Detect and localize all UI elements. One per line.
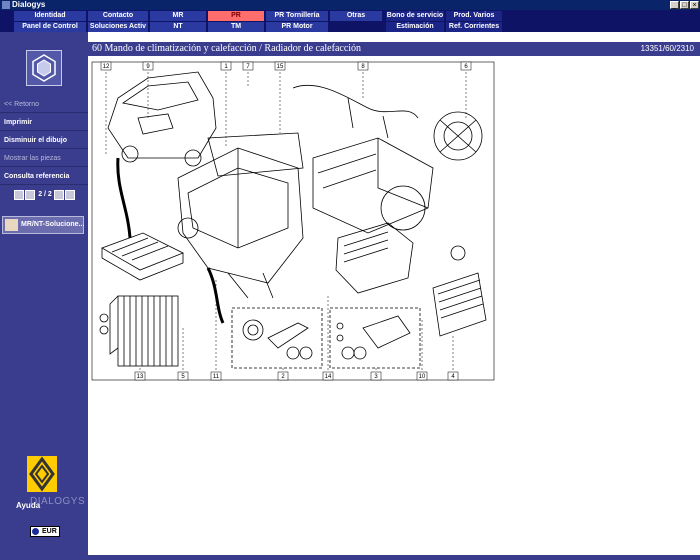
content-area: 60 Mando de climatización y calefacción … (88, 32, 700, 560)
heater-core-block (335, 222, 414, 294)
nav-pr-tornilleria[interactable]: PR Tornillería (266, 11, 328, 21)
renault-logo-icon (27, 456, 57, 492)
nav-identidad[interactable]: Identidad (14, 11, 86, 21)
bottom-bar (88, 555, 700, 560)
nav-nt[interactable]: NT (150, 22, 206, 32)
nav-pr[interactable]: PR (208, 11, 264, 21)
lookup-reference-link[interactable]: Consulta referencia (0, 168, 88, 185)
next-page-button[interactable] (54, 190, 64, 200)
callout-14[interactable]: 14 (325, 374, 332, 380)
window-title: Dialogys (12, 0, 46, 9)
callout-12[interactable]: 12 (103, 64, 110, 70)
wiring-harness (292, 84, 419, 119)
nav-prod-varios[interactable]: Prod. Varios (446, 11, 502, 21)
nav-contacto[interactable]: Contacto (88, 11, 148, 21)
hex-logo-icon (32, 54, 56, 82)
currency-icon (32, 528, 39, 535)
parts-kit-3 (329, 307, 421, 369)
callout-13[interactable]: 13 (137, 374, 144, 380)
close-icon[interactable]: × (690, 1, 699, 9)
sidebar: << Retorno Imprimir Disminuir el dibujo … (0, 32, 88, 560)
car-illustration (107, 71, 217, 167)
reference-code: 13351/60/2310 (640, 44, 694, 53)
page-title: 60 Mando de climatización y calefacción … (92, 43, 362, 54)
nav-ref-corrientes[interactable]: Ref. Corrientes (446, 22, 502, 32)
currency-selector[interactable]: EUR (30, 526, 60, 537)
last-page-button[interactable] (65, 190, 75, 200)
top-navigation: Identidad Contacto MR PR PR Tornillería … (0, 10, 700, 32)
nav-tm[interactable]: TM (208, 22, 264, 32)
nav-otras[interactable]: Otras (330, 11, 382, 21)
page-indicator: 2 / 2 (38, 191, 52, 198)
nav-mr[interactable]: MR (150, 11, 206, 21)
diagram-frame (91, 61, 495, 381)
window-title-bar: Dialogys _ □ × (0, 0, 700, 10)
show-parts-link[interactable]: Mostrar las piezas (0, 150, 88, 167)
nav-estimacion[interactable]: Estimación (386, 22, 444, 32)
nav-soluciones-activ[interactable]: Soluciones Activ (88, 22, 148, 32)
callout-15[interactable]: 15 (277, 64, 284, 70)
nav-panel-control[interactable]: Panel de Control (14, 22, 86, 32)
prev-page-button[interactable] (25, 190, 35, 200)
app-icon (2, 1, 10, 9)
blower-fan (433, 111, 483, 161)
print-link[interactable]: Imprimir (0, 114, 88, 131)
callout-11[interactable]: 11 (213, 374, 220, 380)
hose-pipe (206, 267, 225, 324)
document-icon (5, 219, 18, 231)
parts-kit-2 (231, 307, 323, 369)
wiring-branch (347, 97, 389, 139)
heater-radiator (432, 245, 487, 337)
parts-diagram[interactable]: 12 9 1 7 15 8 6 13 5 11 2 14 3 10 4 (88, 58, 700, 534)
back-link[interactable]: << Retorno (0, 96, 88, 113)
help-link[interactable]: Ayuda (16, 501, 40, 510)
shrink-drawing-link[interactable]: Disminuir el dibujo (0, 132, 88, 149)
first-page-button[interactable] (14, 190, 24, 200)
diagram-logo (26, 50, 62, 86)
cabin-filter (101, 232, 184, 281)
blower-housing (312, 137, 434, 234)
maximize-icon[interactable]: □ (680, 1, 689, 9)
minimize-icon[interactable]: _ (670, 1, 679, 9)
pager: 2 / 2 (14, 190, 75, 200)
drain-pipe (116, 157, 132, 239)
nav-bono-servicio[interactable]: Bono de servicio (386, 11, 444, 21)
mr-nt-solutions-button[interactable]: MR/NT-Solucione... (2, 216, 84, 234)
callout-10[interactable]: 10 (419, 374, 426, 380)
nav-pr-motor[interactable]: PR Motor (266, 22, 328, 32)
content-header: 60 Mando de climatización y calefacción … (88, 42, 700, 56)
evaporator (99, 295, 179, 367)
